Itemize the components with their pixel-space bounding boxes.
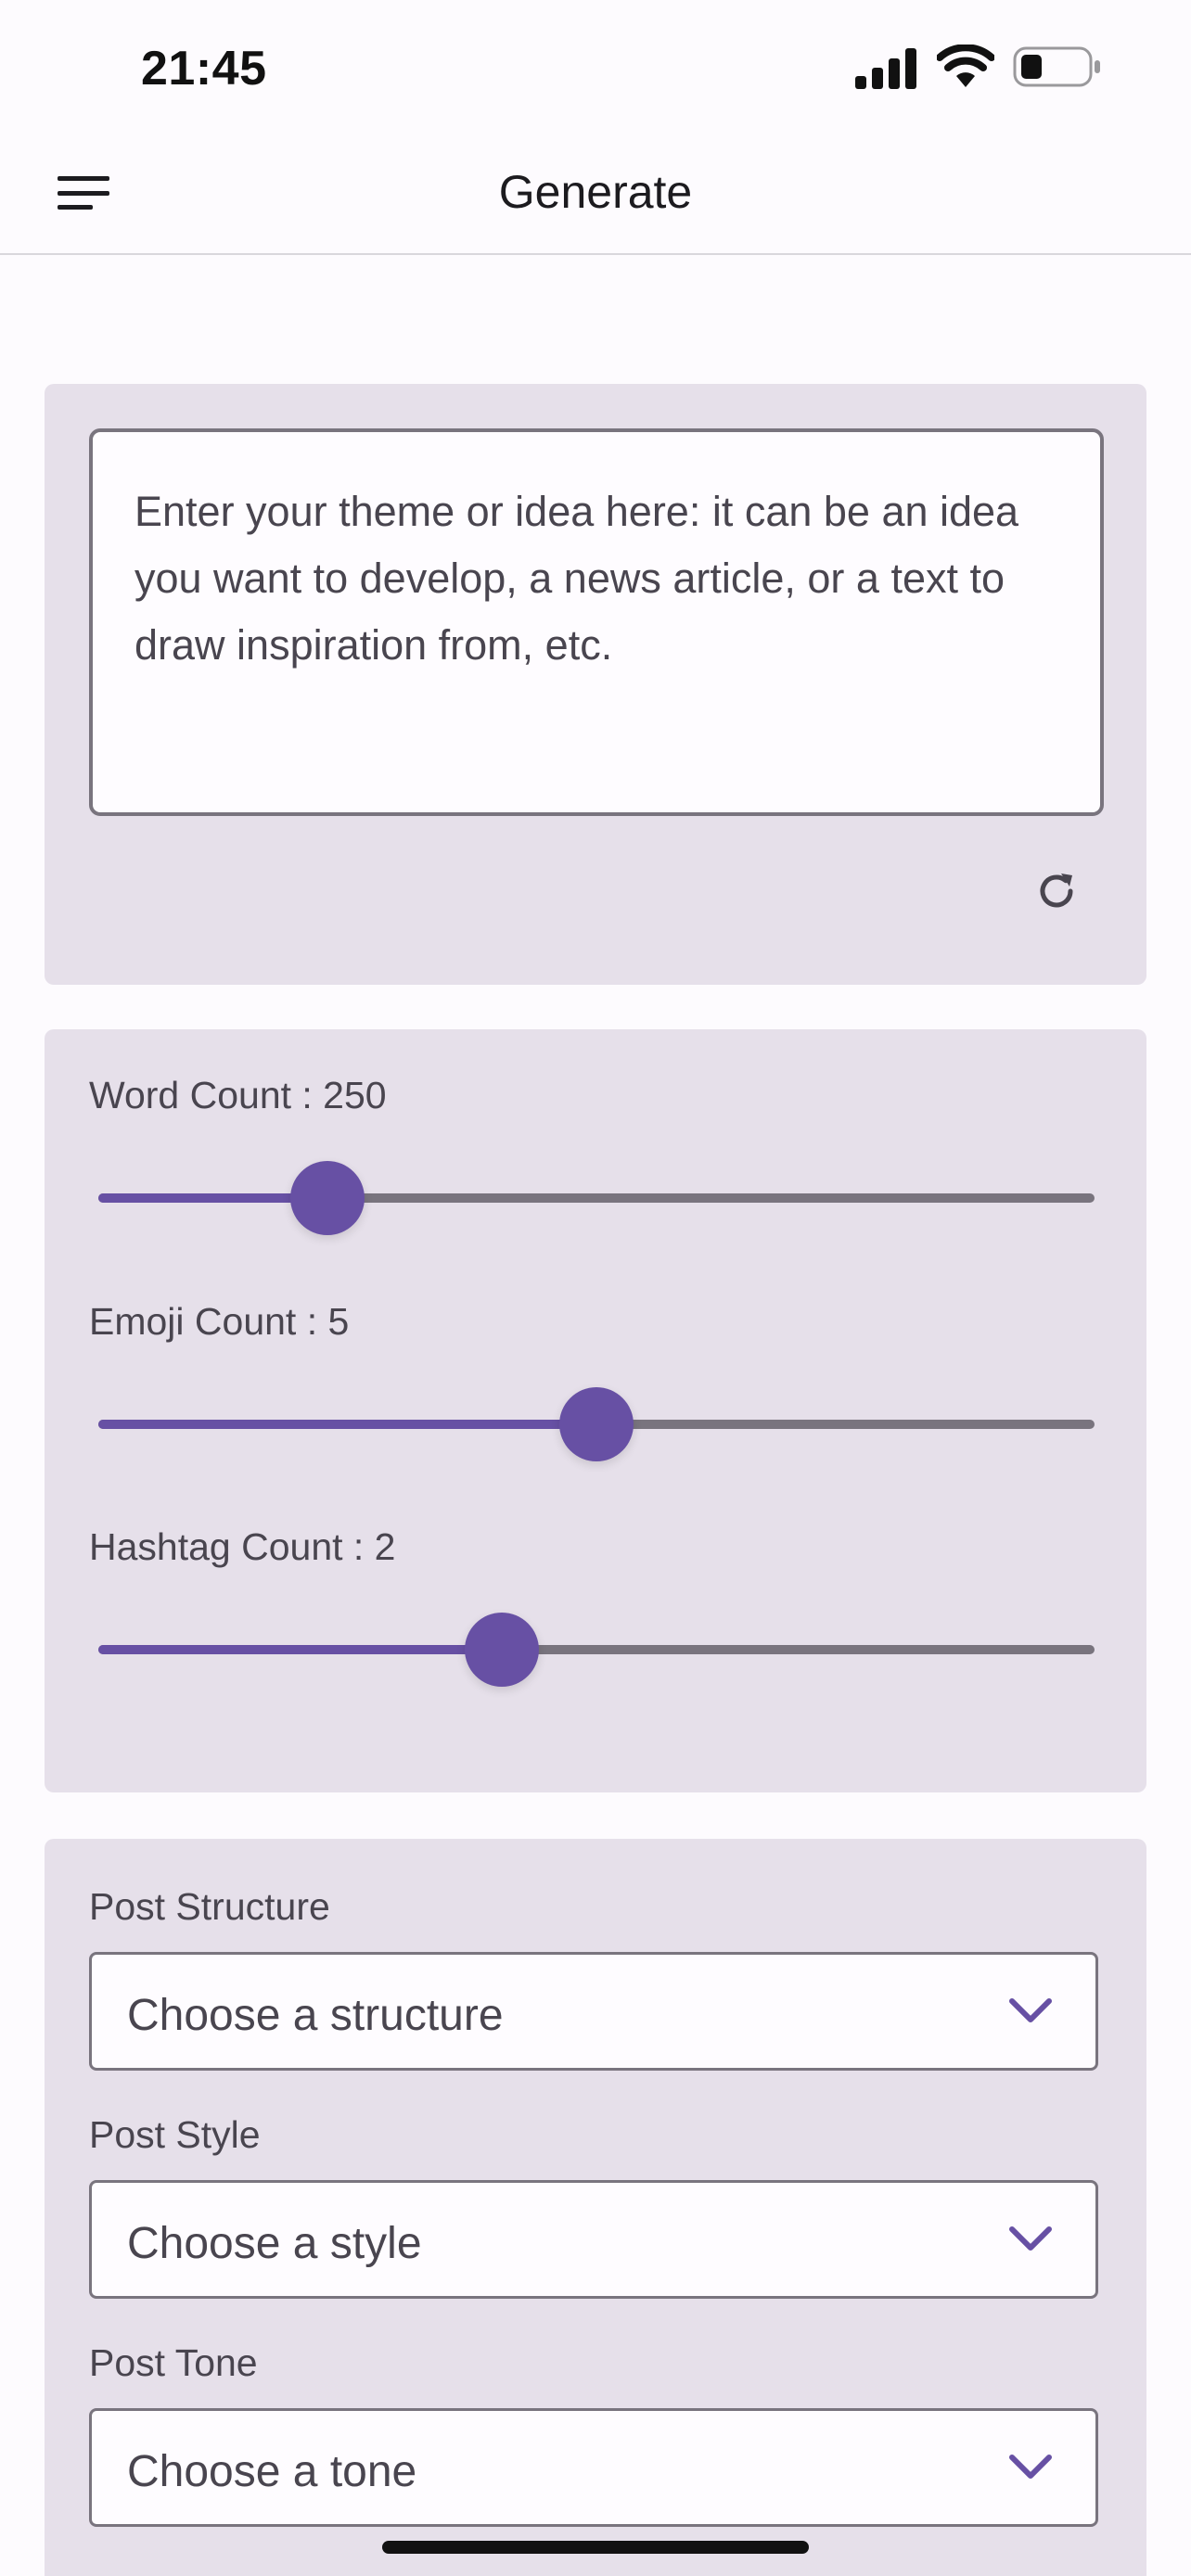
page-title: Generate [498, 166, 693, 218]
emoji-count-label: Emoji Count : 5 [89, 1300, 350, 1343]
emoji-count-slider[interactable] [98, 1387, 1095, 1461]
theme-card: Enter your theme or idea here: it can be… [45, 384, 1146, 985]
hashtag-count-slider-fill [98, 1645, 502, 1654]
status-time: 21:45 [141, 42, 267, 96]
word-count-slider-thumb[interactable] [290, 1161, 365, 1235]
post-tone-value: Choose a tone [127, 2447, 417, 2496]
chevron-down-icon [1009, 1998, 1052, 2022]
sliders-card: Word Count : 250 Emoji Count : 5 Hashtag… [45, 1029, 1146, 1792]
post-structure-value: Choose a structure [127, 1991, 504, 2040]
post-tone-select[interactable]: Choose a tone [89, 2408, 1098, 2527]
post-tone-label: Post Tone [89, 2341, 258, 2384]
post-structure-select[interactable]: Choose a structure [89, 1952, 1098, 2071]
post-style-value: Choose a style [127, 2219, 422, 2268]
battery-icon [1013, 46, 1100, 87]
wifi-icon [937, 45, 994, 87]
emoji-count-slider-thumb[interactable] [559, 1387, 634, 1461]
status-bar: 21:45 [0, 0, 1191, 130]
generate-screen: 21:45 Generate Enter your theme or idea … [0, 0, 1191, 2576]
word-count-label: Word Count : 250 [89, 1074, 387, 1116]
theme-input-placeholder: Enter your theme or idea here: it can be… [134, 488, 1019, 669]
post-options-card: Post Structure Choose a structure Post S… [45, 1839, 1146, 2576]
hashtag-count-label: Hashtag Count : 2 [89, 1525, 396, 1568]
word-count-slider[interactable] [98, 1161, 1095, 1235]
hashtag-count-slider-thumb[interactable] [464, 1613, 539, 1687]
app-bar: Generate [0, 130, 1191, 255]
hashtag-count-slider[interactable] [98, 1613, 1095, 1687]
chevron-down-icon [1009, 2455, 1052, 2479]
home-indicator [382, 2541, 809, 2554]
theme-input[interactable]: Enter your theme or idea here: it can be… [89, 428, 1104, 816]
refresh-icon[interactable] [1033, 868, 1080, 914]
chevron-down-icon [1009, 2226, 1052, 2251]
emoji-count-slider-fill [98, 1420, 596, 1429]
post-style-select[interactable]: Choose a style [89, 2180, 1098, 2299]
signal-icon [855, 48, 916, 89]
post-structure-label: Post Structure [89, 1885, 330, 1928]
post-style-label: Post Style [89, 2113, 261, 2156]
